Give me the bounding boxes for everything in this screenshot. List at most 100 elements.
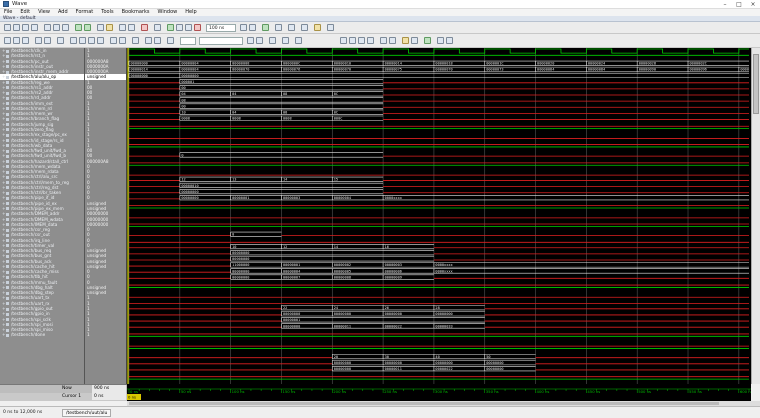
bus-value-label: 0000xxxx: [385, 196, 403, 200]
signal-name-row[interactable]: +/testbench/done: [0, 332, 84, 337]
next-transition-icon[interactable]: [97, 37, 104, 44]
waveform-canvas[interactable]: 00000000 00000004 00000008 0000000C 00000010…: [127, 48, 751, 384]
bus-value-label: 00000004: [283, 269, 300, 273]
menu-bookmarks[interactable]: Bookmarks: [118, 9, 154, 16]
manage-bookmark-icon[interactable]: [411, 37, 418, 44]
restart-icon[interactable]: [240, 24, 247, 31]
search-label-field[interactable]: [180, 37, 196, 45]
step-icon[interactable]: [154, 24, 161, 31]
continue-icon[interactable]: [185, 24, 192, 31]
break-icon[interactable]: [194, 24, 201, 31]
list-icon[interactable]: [288, 24, 295, 31]
run-icon[interactable]: [167, 24, 174, 31]
signal-value: 0: [87, 274, 90, 280]
zoom-out-icon[interactable]: [349, 37, 356, 44]
signal-value: 1: [87, 121, 90, 127]
signal-down-icon[interactable]: [154, 37, 161, 44]
next-edge-icon[interactable]: [79, 37, 86, 44]
menu-file[interactable]: File: [0, 9, 16, 16]
collapse-icon[interactable]: [119, 37, 126, 44]
zoom-in-icon[interactable]: [340, 37, 347, 44]
signal-value-row: 1: [85, 332, 126, 337]
signal-type-icon: [6, 181, 9, 185]
save-icon[interactable]: [22, 24, 29, 31]
prev-transition-icon[interactable]: [88, 37, 95, 44]
menu-window[interactable]: Window: [154, 9, 182, 16]
vertical-scroll-thumb[interactable]: [753, 54, 759, 114]
print-icon[interactable]: [31, 24, 38, 31]
signal-type-icon: [6, 323, 9, 327]
snap-icon[interactable]: [437, 37, 444, 44]
signal-name: /testbench/reg_we: [11, 79, 50, 85]
run-all-icon[interactable]: [176, 24, 183, 31]
minimize-icon[interactable]: –: [718, 0, 732, 9]
dataflow-icon[interactable]: [301, 24, 308, 31]
bus-value-label: 0008: [232, 117, 241, 121]
horizontal-scroll-thumb[interactable]: [129, 402, 719, 405]
bus-value-label: 00000000: [334, 361, 351, 365]
search-wave-icon[interactable]: [132, 37, 139, 44]
search-select[interactable]: [199, 37, 243, 45]
divider-icon[interactable]: [167, 37, 174, 44]
insert-cursor-icon[interactable]: [35, 37, 42, 44]
menu-format[interactable]: Format: [72, 9, 98, 16]
signal-type-icon: [6, 307, 9, 311]
open-icon[interactable]: [13, 24, 20, 31]
signal-up-icon[interactable]: [145, 37, 152, 44]
bus-value-label: 00000000: [486, 361, 503, 365]
delete-cursor-icon[interactable]: [44, 37, 51, 44]
wave-icon[interactable]: [275, 24, 282, 31]
select-mode-icon[interactable]: [4, 37, 11, 44]
new-icon[interactable]: [4, 24, 11, 31]
memory-icon[interactable]: [314, 24, 321, 31]
zoom-range-icon[interactable]: [380, 37, 387, 44]
sim-run-icon[interactable]: [262, 24, 269, 31]
prev-edge-icon[interactable]: [70, 37, 77, 44]
menu-tools[interactable]: Tools: [97, 9, 117, 16]
signal-name: /testbench/rst_n: [11, 53, 46, 59]
paste-icon[interactable]: [62, 24, 69, 31]
zoom-last-icon[interactable]: [389, 37, 396, 44]
zoom-cursor-icon[interactable]: [367, 37, 374, 44]
bus-value-label: 14: [283, 178, 287, 182]
group-icon[interactable]: [295, 37, 302, 44]
stop-icon[interactable]: [141, 24, 148, 31]
zoom-full-icon[interactable]: [358, 37, 365, 44]
grid-toggle-icon[interactable]: [446, 37, 453, 44]
sim-step-icon[interactable]: [249, 24, 256, 31]
add-bookmark-icon[interactable]: [402, 37, 409, 44]
bookmark-icon[interactable]: [106, 24, 113, 31]
format-icon[interactable]: [269, 37, 276, 44]
close-icon[interactable]: ×: [746, 0, 760, 9]
edit-mode-icon[interactable]: [22, 37, 29, 44]
bus-value-label: 0008: [283, 117, 292, 121]
color-icon[interactable]: [282, 37, 289, 44]
undo-icon[interactable]: [75, 24, 82, 31]
cursor-value[interactable]: 0 ns: [92, 393, 126, 400]
menu-edit[interactable]: Edit: [16, 9, 34, 16]
bus-value-label: 00000000: [232, 251, 249, 255]
menu-add[interactable]: Add: [54, 9, 72, 16]
layout-icon[interactable]: [119, 24, 126, 31]
time-step-field[interactable]: 100 ns: [206, 24, 236, 32]
expand-icon[interactable]: [110, 37, 117, 44]
menu-help[interactable]: Help: [181, 9, 200, 16]
source-icon[interactable]: [327, 24, 334, 31]
cut-icon[interactable]: [44, 24, 51, 31]
signal-name: /testbench/rd_addr: [11, 95, 51, 101]
search-next-icon[interactable]: [256, 37, 263, 44]
waveform-compare-icon[interactable]: [424, 37, 431, 44]
vertical-scrollbar[interactable]: [751, 48, 760, 384]
redo-icon[interactable]: [84, 24, 91, 31]
search-prev-icon[interactable]: [247, 37, 254, 44]
waveform-panel[interactable]: 00000000 00000004 00000008 0000000C 00000010…: [127, 48, 751, 384]
time-ruler[interactable]: 0 ns 50 ns 100 ns 150 ns 200 ns 250 ns 300 ns 3…: [127, 384, 753, 401]
find-icon[interactable]: [97, 24, 104, 31]
copy-icon[interactable]: [53, 24, 60, 31]
lock-cursor-icon[interactable]: [57, 37, 64, 44]
maximize-icon[interactable]: □: [732, 0, 746, 9]
bus-value-label: 50: [486, 355, 490, 359]
menu-view[interactable]: View: [34, 9, 54, 16]
grid-icon[interactable]: [128, 24, 135, 31]
zoom-mode-icon[interactable]: [13, 37, 20, 44]
